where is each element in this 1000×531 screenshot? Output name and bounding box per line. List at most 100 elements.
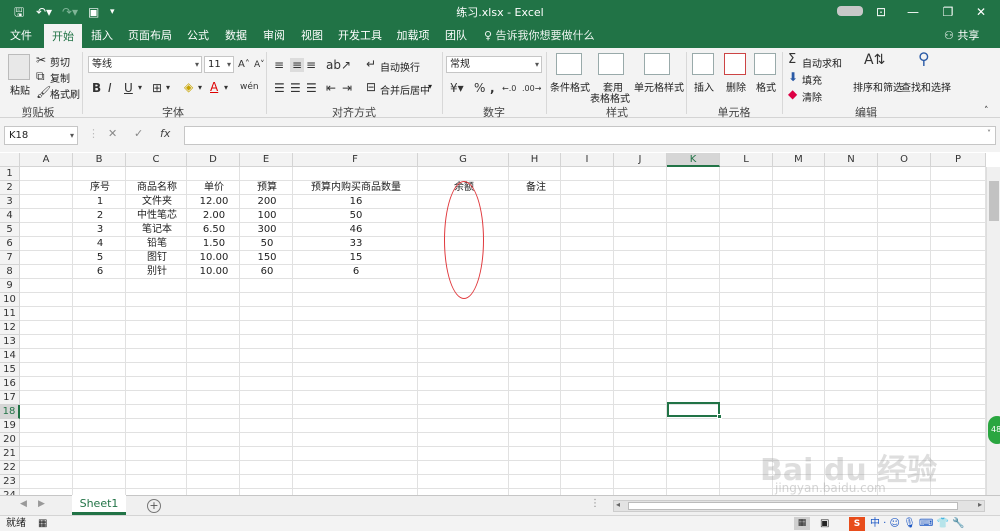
table-cell[interactable]: 中性笔芯	[127, 210, 187, 222]
tab-formulas[interactable]: 公式	[182, 24, 214, 48]
table-cell[interactable]: 2	[74, 210, 126, 222]
row-header-10[interactable]: 10	[0, 293, 20, 307]
cell-styles-icon[interactable]	[644, 53, 670, 75]
table-cell[interactable]: 铅笔	[127, 238, 187, 250]
scroll-right-icon[interactable]: ▸	[978, 500, 982, 509]
select-all-corner[interactable]	[0, 153, 20, 167]
row-header-1[interactable]: 1	[0, 167, 20, 181]
format-painter-button[interactable]: 格式刷	[50, 86, 80, 101]
decrease-indent-icon[interactable]: ⇤	[326, 81, 336, 95]
decrease-font-icon[interactable]: A˅	[254, 58, 265, 72]
formula-input[interactable]: ˅	[184, 126, 996, 145]
column-header-p[interactable]: P	[931, 153, 986, 167]
table-cell[interactable]: 10.00	[188, 266, 240, 278]
header-cell-note[interactable]: 备注	[510, 182, 562, 194]
increase-font-icon[interactable]: A˄	[238, 58, 250, 72]
tab-review[interactable]: 审阅	[258, 24, 290, 48]
currency-icon[interactable]: ¥▾	[450, 81, 464, 95]
font-color-dropdown-icon[interactable]: ▾	[224, 81, 228, 95]
cell-styles-button[interactable]: 单元格样式	[634, 79, 684, 94]
insert-function-button[interactable]: fx	[160, 127, 170, 140]
delete-cells-icon[interactable]	[724, 53, 746, 75]
fill-dropdown-icon[interactable]: ▾	[198, 81, 202, 95]
active-cell-selection[interactable]	[667, 402, 722, 419]
column-header-e[interactable]: E	[240, 153, 293, 167]
row-header-6[interactable]: 6	[0, 237, 20, 251]
row-header-18[interactable]: 18	[0, 405, 20, 419]
table-cell[interactable]: 4	[74, 238, 126, 250]
row-header-16[interactable]: 16	[0, 377, 20, 391]
ime-tray-icons[interactable]: 中 · ☺ 🎙 ⌨ 👕 🔧	[870, 516, 965, 531]
row-header-21[interactable]: 21	[0, 447, 20, 461]
conditional-format-button[interactable]: 条件格式	[550, 79, 590, 94]
row-header-22[interactable]: 22	[0, 461, 20, 475]
row-header-7[interactable]: 7	[0, 251, 20, 265]
row-header-12[interactable]: 12	[0, 321, 20, 335]
row-header-19[interactable]: 19	[0, 419, 20, 433]
normal-view-icon[interactable]: ▦	[794, 517, 810, 530]
row-header-23[interactable]: 23	[0, 475, 20, 489]
column-header-i[interactable]: I	[561, 153, 614, 167]
user-avatar[interactable]	[837, 6, 863, 16]
column-header-k[interactable]: K	[667, 153, 720, 167]
increase-indent-icon[interactable]: ⇥	[342, 81, 352, 95]
share-button[interactable]: ⚇ 共享	[944, 24, 979, 48]
column-header-b[interactable]: B	[73, 153, 126, 167]
header-cell-budget[interactable]: 预算	[241, 182, 293, 194]
table-cell[interactable]: 60	[241, 266, 293, 278]
orientation-icon[interactable]: ab↗	[326, 58, 351, 72]
row-header-9[interactable]: 9	[0, 279, 20, 293]
row-header-15[interactable]: 15	[0, 363, 20, 377]
merge-dropdown-icon[interactable]: ▾	[428, 82, 432, 91]
table-cell[interactable]: 图钉	[127, 252, 187, 264]
align-right-icon[interactable]: ☰	[306, 81, 317, 95]
number-format-select[interactable]: 常规 ▾	[446, 56, 542, 73]
sheet-tab-sheet1[interactable]: Sheet1	[72, 495, 126, 515]
column-header-j[interactable]: J	[614, 153, 667, 167]
tab-addins[interactable]: 加载项	[392, 24, 434, 48]
wrap-text-button[interactable]: 自动换行	[380, 59, 420, 74]
font-size-select[interactable]: 11 ▾	[204, 56, 234, 73]
row-header-11[interactable]: 11	[0, 307, 20, 321]
expand-formula-icon[interactable]: ˅	[987, 129, 991, 138]
column-header-n[interactable]: N	[825, 153, 878, 167]
sort-filter-button[interactable]: 排序和筛选	[853, 79, 903, 94]
table-cell[interactable]: 2.00	[188, 210, 240, 222]
table-cell[interactable]: 1	[74, 196, 126, 208]
row-header-4[interactable]: 4	[0, 209, 20, 223]
table-cell[interactable]: 别针	[127, 266, 187, 278]
table-cell[interactable]: 300	[241, 224, 293, 236]
phonetic-icon[interactable]: wén	[240, 80, 259, 94]
table-format-label-2[interactable]: 表格格式	[590, 90, 630, 105]
table-cell[interactable]: 15	[294, 252, 418, 264]
horizontal-scrollbar[interactable]: ◂ ▸	[613, 500, 985, 512]
align-center-icon[interactable]: ☰	[290, 81, 301, 95]
format-cells-icon[interactable]	[754, 53, 776, 75]
underline-dropdown-icon[interactable]: ▾	[138, 81, 142, 95]
scroll-left-icon[interactable]: ◂	[616, 500, 620, 509]
row-header-20[interactable]: 20	[0, 433, 20, 447]
floating-badge[interactable]: 48	[988, 416, 1000, 444]
row-header-2[interactable]: 2	[0, 181, 20, 195]
tab-team[interactable]: 团队	[440, 24, 472, 48]
italic-button[interactable]: I	[108, 81, 112, 95]
header-cell-qty[interactable]: 预算内购买商品数量	[294, 182, 418, 194]
increase-decimal-icon[interactable]: ←.0	[502, 82, 516, 96]
find-select-button[interactable]: 查找和选择	[901, 79, 951, 94]
minimize-button[interactable]: —	[898, 2, 928, 22]
table-cell[interactable]: 33	[294, 238, 418, 250]
cut-button[interactable]: 剪切	[50, 54, 70, 69]
macro-record-icon[interactable]: ▦	[38, 516, 47, 531]
tab-home[interactable]: 开始	[44, 24, 82, 48]
paste-button[interactable]: 粘贴	[10, 82, 30, 97]
align-top-icon[interactable]: ≡	[274, 58, 284, 72]
header-cell-seq[interactable]: 序号	[74, 182, 126, 194]
table-cell[interactable]: 46	[294, 224, 418, 236]
insert-cells-icon[interactable]	[692, 53, 714, 75]
tab-view[interactable]: 视图	[296, 24, 328, 48]
tab-file[interactable]: 文件	[4, 24, 38, 48]
column-header-o[interactable]: O	[878, 153, 931, 167]
bold-button[interactable]: B	[92, 81, 101, 95]
next-sheet-icon[interactable]: ▶	[38, 499, 45, 509]
column-header-a[interactable]: A	[20, 153, 73, 167]
